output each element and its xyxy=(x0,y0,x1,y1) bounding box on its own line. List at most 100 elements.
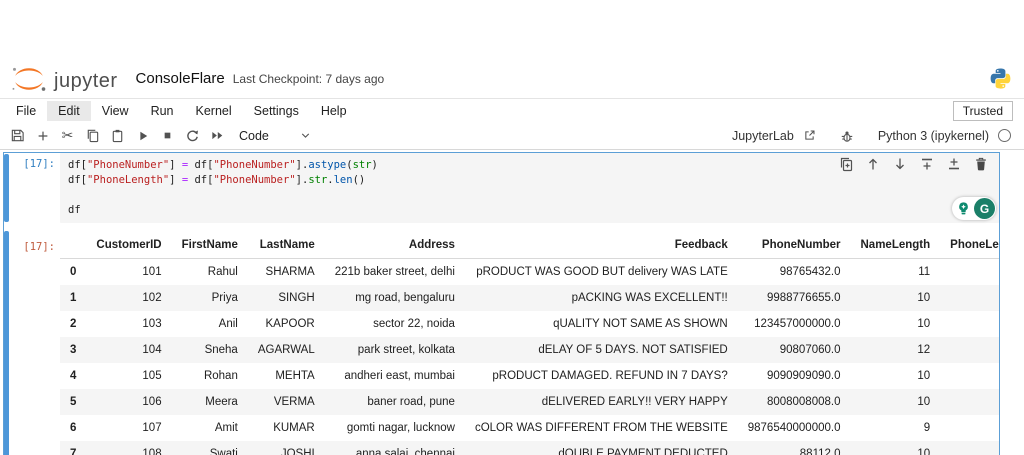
table-cell: 108 xyxy=(86,441,171,455)
notebook-header: jupyter ConsoleFlare Last Checkpoint: 7 … xyxy=(0,59,1024,99)
table-cell: 98765432.0 xyxy=(738,259,851,286)
table-cell: 103 xyxy=(86,311,171,337)
menu-bar: FileEditViewRunKernelSettingsHelp Truste… xyxy=(0,99,1024,122)
column-header: LastName xyxy=(248,232,325,259)
table-cell: Rahul xyxy=(172,259,248,286)
trusted-button[interactable]: Trusted xyxy=(953,101,1013,121)
menu-file[interactable]: File xyxy=(5,101,47,121)
jupyterlab-link[interactable]: JupyterLab xyxy=(732,129,794,143)
table-row: 5106MeeraVERMAbaner road, punedELIVERED … xyxy=(60,389,999,415)
move-cell-up-button[interactable] xyxy=(865,156,881,172)
external-link-icon[interactable] xyxy=(803,129,816,142)
table-cell: 9876540000000.0 xyxy=(738,415,851,441)
column-header: PhoneNumber xyxy=(738,232,851,259)
code-editor[interactable]: df["PhoneNumber"] = df["PhoneNumber"].as… xyxy=(60,153,999,223)
duplicate-cell-button[interactable] xyxy=(838,156,854,172)
row-index: 0 xyxy=(60,259,86,286)
run-cell-button[interactable] xyxy=(130,124,155,147)
table-cell: Anil xyxy=(172,311,248,337)
menu-help[interactable]: Help xyxy=(310,101,358,121)
move-cell-down-button[interactable] xyxy=(892,156,908,172)
column-header xyxy=(60,232,86,259)
table-cell: Priya xyxy=(172,285,248,311)
table-cell: mg road, bengaluru xyxy=(325,285,465,311)
column-header: Feedback xyxy=(465,232,738,259)
table-cell: 10 xyxy=(851,363,941,389)
debugger-bug-icon[interactable] xyxy=(840,129,854,143)
delete-cell-button[interactable] xyxy=(973,156,989,172)
notebook-title[interactable]: ConsoleFlare xyxy=(136,70,225,87)
table-cell: 11 xyxy=(851,259,941,286)
table-cell: 102 xyxy=(86,285,171,311)
grammarly-icon[interactable]: G xyxy=(974,198,995,219)
table-cell: 10 xyxy=(851,441,941,455)
menu-view[interactable]: View xyxy=(91,101,140,121)
python-logo-icon xyxy=(989,67,1012,90)
jupyter-wordmark: jupyter xyxy=(54,71,118,93)
code-line: df xyxy=(68,203,991,218)
table-cell: 221b baker street, delhi xyxy=(325,259,465,286)
table-row: 4105RohanMEHTAandheri east, mumbaipRODUC… xyxy=(60,363,999,389)
chevron-down-icon[interactable] xyxy=(293,124,318,147)
cell-type-dropdown[interactable]: Code xyxy=(239,129,269,143)
table-cell: Rohan xyxy=(172,363,248,389)
table-row: 1102PriyaSINGHmg road, bengalurupACKING … xyxy=(60,285,999,311)
table-cell: Amit xyxy=(172,415,248,441)
table-row: 7108SwatiJOSHIanna salai, chennaidOUBLE … xyxy=(60,441,999,455)
table-row: 0101RahulSHARMA221b baker street, delhip… xyxy=(60,259,999,286)
column-header: Address xyxy=(325,232,465,259)
jupyter-logo-icon xyxy=(10,65,48,93)
toolbar: ✂ Code JupyterLab Python 3 (ipykernel) xyxy=(0,122,1024,150)
input-prompt: [17]: xyxy=(9,153,60,223)
table-cell: 104 xyxy=(86,337,171,363)
insert-cell-above-button[interactable] xyxy=(919,156,935,172)
menu-run[interactable]: Run xyxy=(140,101,185,121)
table-cell: Sneha xyxy=(172,337,248,363)
menu-items: FileEditViewRunKernelSettingsHelp xyxy=(5,101,358,121)
code-cell[interactable]: [17]: df["PhoneNumber"] = df["PhoneNumbe… xyxy=(3,152,1000,455)
table-cell: MEHTA xyxy=(248,363,325,389)
menu-kernel[interactable]: Kernel xyxy=(185,101,243,121)
cell-input-area: [17]: df["PhoneNumber"] = df["PhoneNumbe… xyxy=(4,153,999,223)
scissors-icon: ✂ xyxy=(62,127,74,144)
table-cell: SINGH xyxy=(248,285,325,311)
insert-cell-button[interactable] xyxy=(30,124,55,147)
table-cell: 106 xyxy=(86,389,171,415)
table-cell: 123457000000.0 xyxy=(738,311,851,337)
table-cell: 9090909090.0 xyxy=(738,363,851,389)
table-cell: 90807060.0 xyxy=(738,337,851,363)
table-cell: 12 xyxy=(940,363,999,389)
menu-edit[interactable]: Edit xyxy=(47,101,91,121)
table-cell: 10 xyxy=(851,389,941,415)
column-header: CustomerID xyxy=(86,232,171,259)
row-index: 7 xyxy=(60,441,86,455)
insert-cell-below-button[interactable] xyxy=(946,156,962,172)
checkpoint-status: Last Checkpoint: 7 days ago xyxy=(233,72,384,86)
table-cell: anna salai, chennai xyxy=(325,441,465,455)
restart-kernel-button[interactable] xyxy=(180,124,205,147)
paste-cells-button[interactable] xyxy=(105,124,130,147)
kernel-status-idle-icon xyxy=(998,129,1011,142)
kernel-name[interactable]: Python 3 (ipykernel) xyxy=(878,129,989,143)
table-cell: 107 xyxy=(86,415,171,441)
table-row: 3104SnehaAGARWALpark street, kolkatadELA… xyxy=(60,337,999,363)
menu-settings[interactable]: Settings xyxy=(243,101,310,121)
table-cell: 8008008008.0 xyxy=(738,389,851,415)
table-cell: andheri east, mumbai xyxy=(325,363,465,389)
jupyter-brand[interactable]: jupyter xyxy=(10,65,118,93)
interrupt-kernel-button[interactable] xyxy=(155,124,180,147)
table-cell: cOLOR WAS DIFFERENT FROM THE WEBSITE xyxy=(465,415,738,441)
table-cell: gomti nagar, lucknow xyxy=(325,415,465,441)
restart-run-all-button[interactable] xyxy=(205,124,230,147)
copy-cells-button[interactable] xyxy=(80,124,105,147)
table-cell: baner road, pune xyxy=(325,389,465,415)
save-button[interactable] xyxy=(5,124,30,147)
row-index: 6 xyxy=(60,415,86,441)
cut-cells-button[interactable]: ✂ xyxy=(55,124,80,147)
grammarly-suggestion-icon[interactable] xyxy=(953,198,974,219)
table-cell: pRODUCT DAMAGED. REFUND IN 7 DAYS? xyxy=(465,363,738,389)
column-header: PhoneLength xyxy=(940,232,999,259)
dataframe-table: CustomerIDFirstNameLastNameAddressFeedba… xyxy=(60,232,999,455)
table-cell: 101 xyxy=(86,259,171,286)
table-cell: 9 xyxy=(851,415,941,441)
